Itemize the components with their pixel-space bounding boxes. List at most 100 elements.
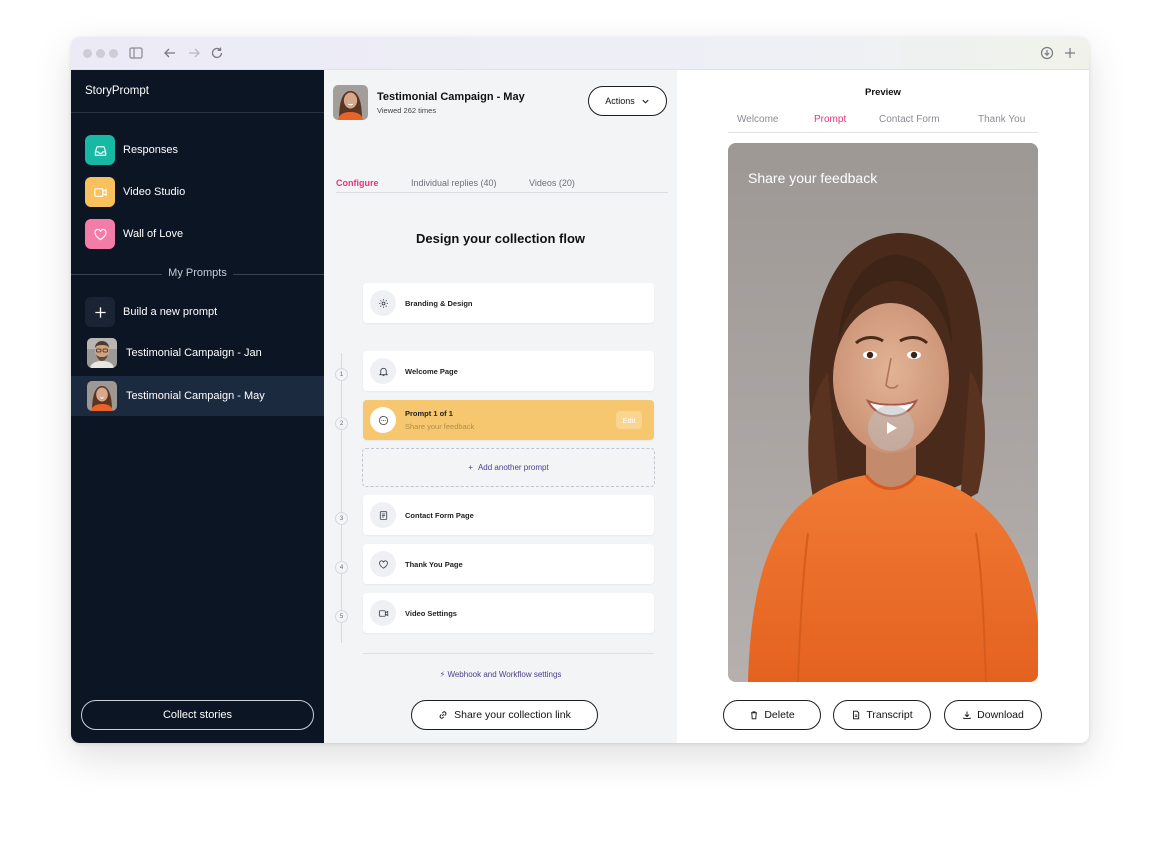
actions-label: Actions [605,96,635,106]
my-prompts-section: My Prompts [71,267,324,281]
download-button[interactable]: Download [944,700,1042,730]
plus-icon [85,297,115,327]
step-label: Welcome Page [405,366,458,376]
avatar [87,381,117,411]
campaign-label: Testimonial Campaign - Jan [126,347,262,359]
new-tab-plus-icon[interactable] [1062,45,1078,61]
actions-dropdown-button[interactable]: Actions [588,86,667,116]
heart-icon [370,551,396,577]
window-minimize-dot[interactable] [96,49,105,58]
sidebar-item-wall-of-love[interactable]: Wall of Love [85,219,310,249]
play-icon [887,422,897,434]
lightning-icon: ⚡︎ [439,670,446,679]
collect-stories-button[interactable]: Collect stories [81,700,314,730]
build-prompt-label: Build a new prompt [123,306,218,318]
chevron-down-icon [642,99,649,104]
add-prompt-label: Add another prompt [477,463,549,472]
step-label: Thank You Page [405,559,463,569]
webhook-settings-link[interactable]: ⚡︎ Webhook and Workflow settings [324,670,677,679]
sidebar-item-video-studio[interactable]: Video Studio [85,177,310,207]
sidebar-item-responses[interactable]: Responses [85,135,310,165]
prompt-step-card[interactable]: Prompt 1 of 1 Share your feedback Edit [363,400,654,440]
add-another-prompt-button[interactable]: + Add another prompt [362,448,655,487]
step-number: 3 [335,512,348,525]
link-icon [439,711,447,719]
tab-configure[interactable]: Configure [336,178,379,188]
download-label: Download [977,709,1024,721]
window-close-dot[interactable] [83,49,92,58]
forward-arrow-icon[interactable] [186,45,202,61]
tab-videos[interactable]: Videos (20) [529,178,575,188]
video-settings-card[interactable]: Video Settings [363,593,654,633]
trash-icon [751,711,758,720]
avatar [87,338,117,368]
tab-individual-replies[interactable]: Individual replies (40) [411,178,497,188]
sidebar-item-label: Video Studio [123,186,186,198]
download-circle-icon[interactable] [1039,45,1055,61]
step-number: 5 [335,610,348,623]
transcript-button[interactable]: Transcript [833,700,931,730]
sidebar-item-campaign-may[interactable]: Testimonial Campaign - May [71,376,324,416]
reload-icon[interactable] [209,45,225,61]
step-label: Prompt 1 of 1 [405,409,453,418]
campaign-views: Viewed 262 times [377,106,437,115]
prompt-subtitle: Share your feedback [405,422,475,431]
chat-bubble-icon [370,407,396,433]
preview-title: Preview [865,87,901,98]
form-icon [370,502,396,528]
flow-title: Design your collection flow [415,231,586,246]
branding-design-card[interactable]: Branding & Design [363,283,654,323]
share-collection-link-button[interactable]: Share your collection link [411,700,598,730]
contact-form-card[interactable]: Contact Form Page [363,495,654,535]
sidebar-toggle-icon[interactable] [128,45,144,61]
preview-tab-contact-form[interactable]: Contact Form [879,114,940,125]
delete-label: Delete [764,709,795,721]
video-preview[interactable]: Share your feedback [728,143,1038,682]
transcript-label: Transcript [866,709,913,721]
build-new-prompt-button[interactable]: Build a new prompt [85,297,310,327]
play-button[interactable] [868,405,914,451]
back-arrow-icon[interactable] [162,45,178,61]
preview-panel: Preview Welcome Prompt Contact Form Than… [677,70,1089,743]
configure-panel: Testimonial Campaign - May Viewed 262 ti… [324,70,677,743]
gear-icon [370,290,396,316]
campaign-thumbnail [333,85,368,120]
section-label: My Prompts [162,267,233,279]
step-number: 2 [335,417,348,430]
campaign-title: Testimonial Campaign - May [377,91,525,103]
download-icon [963,711,971,720]
preview-tabs: Welcome Prompt Contact Form Thank You [728,111,1038,133]
window-zoom-dot[interactable] [109,49,118,58]
document-icon [853,710,860,720]
plus-icon: + [468,463,473,472]
share-label: Share your collection link [454,709,571,721]
flow-timeline [341,353,342,643]
step-label: Contact Form Page [405,510,474,520]
sidebar: StoryPrompt Responses Video Studio Wall … [71,70,324,743]
browser-window: StoryPrompt Responses Video Studio Wall … [71,37,1089,743]
preview-tab-prompt[interactable]: Prompt [814,114,846,125]
campaign-label: Testimonial Campaign - May [126,390,265,402]
flow-divider [363,653,654,654]
browser-titlebar [71,37,1089,70]
sidebar-item-label: Wall of Love [123,228,184,240]
sidebar-divider [71,112,324,113]
step-label: Video Settings [405,608,457,618]
sidebar-item-campaign-jan[interactable]: Testimonial Campaign - Jan [71,333,324,373]
thank-you-card[interactable]: Thank You Page [363,544,654,584]
bell-icon [370,358,396,384]
video-icon [85,177,115,207]
preview-tab-thank-you[interactable]: Thank You [978,114,1025,125]
preview-tab-welcome[interactable]: Welcome [737,114,779,125]
configure-tabs: Configure Individual replies (40) Videos… [336,171,668,193]
welcome-page-card[interactable]: Welcome Page [363,351,654,391]
brand-name: StoryPrompt [85,85,149,97]
branding-label: Branding & Design [405,298,473,308]
sidebar-item-label: Responses [123,144,179,156]
inbox-icon [85,135,115,165]
heart-icon [85,219,115,249]
delete-button[interactable]: Delete [723,700,821,730]
campaign-header: Testimonial Campaign - May Viewed 262 ti… [324,70,677,128]
edit-button[interactable]: Edit [616,411,642,429]
webhook-label: Webhook and Workflow settings [447,670,562,679]
